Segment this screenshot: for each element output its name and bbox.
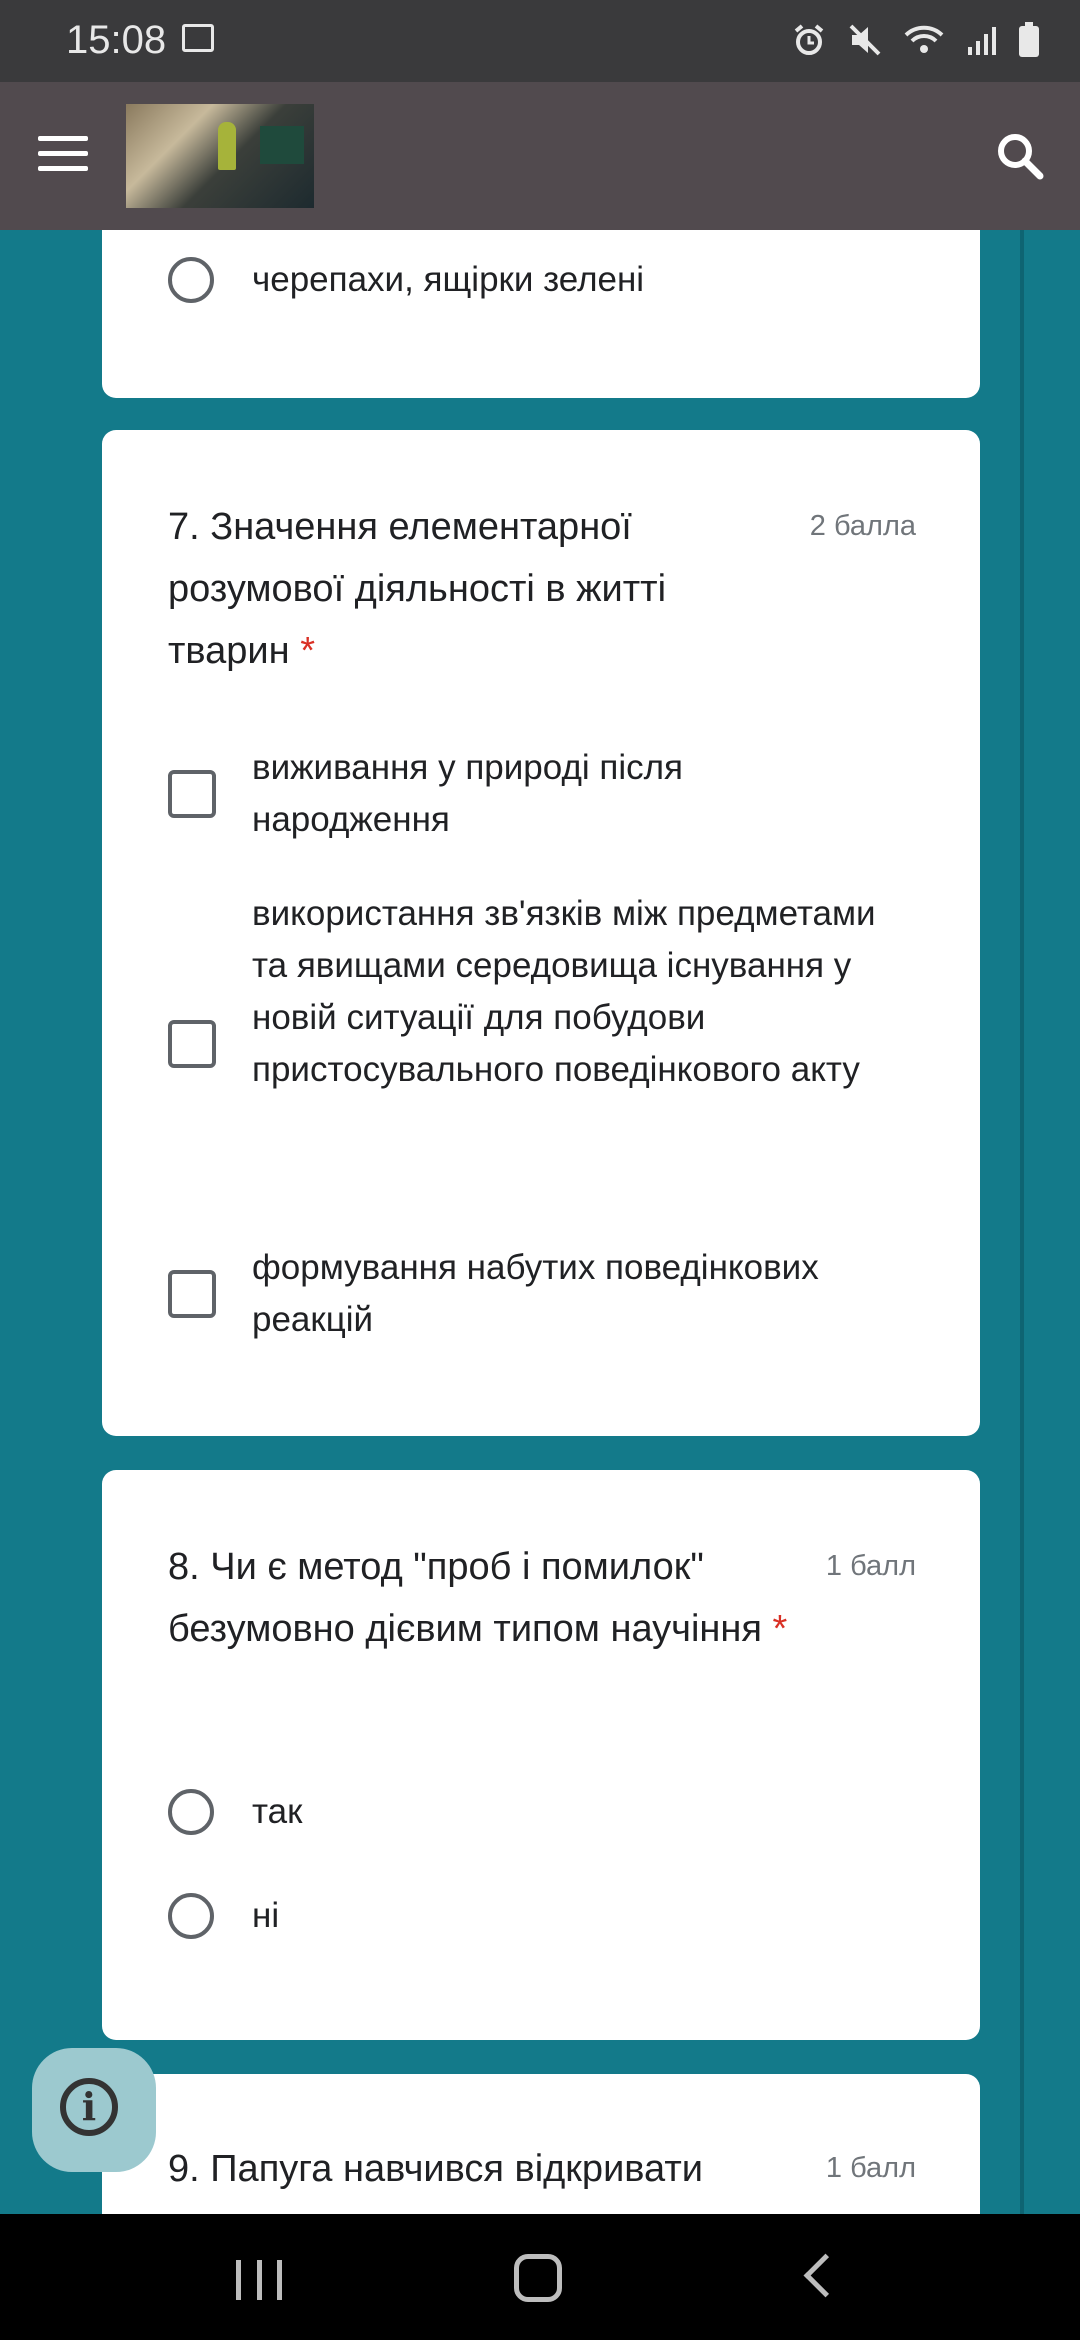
back-icon[interactable]: [803, 2253, 848, 2298]
search-icon[interactable]: [994, 130, 1046, 182]
option-label: використання зв'язків між предметами та …: [252, 894, 876, 1089]
status-bar: 15:08: [0, 0, 1080, 82]
alarm-icon: [792, 23, 826, 62]
option-radio-yes[interactable]: так: [168, 1786, 908, 1838]
question-title: 9. Папуга навчився відкривати: [168, 2148, 703, 2190]
header-image: [126, 104, 314, 208]
question-card-9: 9. Папуга навчився відкривати 1 балл: [102, 2074, 980, 2214]
required-asterisk: *: [772, 1608, 788, 1650]
option-radio-no[interactable]: ні: [168, 1890, 908, 1942]
question-card-previous: черепахи, ящірки зелені: [102, 230, 980, 398]
radio-button[interactable]: [168, 1789, 214, 1835]
signal-icon: [966, 23, 996, 62]
home-icon[interactable]: [514, 2254, 562, 2302]
option-radio[interactable]: черепахи, ящірки зелені: [168, 254, 908, 306]
page-edge: [1020, 230, 1024, 2214]
wifi-icon: [904, 23, 944, 62]
option-label: формування набутих поведінкових реакцій: [252, 1248, 819, 1339]
points-badge: 1 балл: [825, 2152, 916, 2184]
checkbox[interactable]: [168, 1020, 216, 1068]
question-title: 7. Значення елементарної розумової діяль…: [168, 506, 667, 672]
recent-apps-icon[interactable]: [236, 2260, 282, 2300]
radio-button[interactable]: [168, 1893, 214, 1939]
navigation-bar: [0, 2214, 1080, 2340]
required-asterisk: *: [300, 630, 316, 672]
option-label: черепахи, ящірки зелені: [252, 260, 645, 299]
option-checkbox-1[interactable]: виживання у природі після народження: [168, 742, 908, 846]
option-label: виживання у природі після народження: [252, 748, 683, 839]
battery-icon: [1018, 21, 1040, 63]
image-icon: [182, 24, 214, 52]
app-bar: [0, 82, 1080, 230]
option-label: так: [252, 1792, 303, 1831]
option-label: ні: [252, 1896, 280, 1935]
hamburger-icon[interactable]: [38, 136, 88, 172]
status-icons: [792, 20, 1040, 64]
checkbox[interactable]: [168, 1270, 216, 1318]
info-icon: i: [60, 2078, 118, 2136]
option-checkbox-3[interactable]: формування набутих поведінкових реакцій: [168, 1242, 908, 1346]
status-time: 15:08: [66, 18, 167, 62]
radio-button[interactable]: [168, 257, 214, 303]
checkbox[interactable]: [168, 770, 216, 818]
info-button[interactable]: i: [32, 2048, 156, 2172]
option-checkbox-2[interactable]: використання зв'язків між предметами та …: [168, 888, 908, 1200]
mute-icon: [848, 23, 882, 62]
points-badge: 1 балл: [825, 1550, 916, 1582]
question-card-8: 8. Чи є метод "проб і помилок" безумовно…: [102, 1470, 980, 2040]
question-title: 8. Чи є метод "проб і помилок" безумовно…: [168, 1546, 788, 1650]
points-badge: 2 балла: [809, 510, 916, 542]
question-card-7: 7. Значення елементарної розумової діяль…: [102, 430, 980, 1436]
